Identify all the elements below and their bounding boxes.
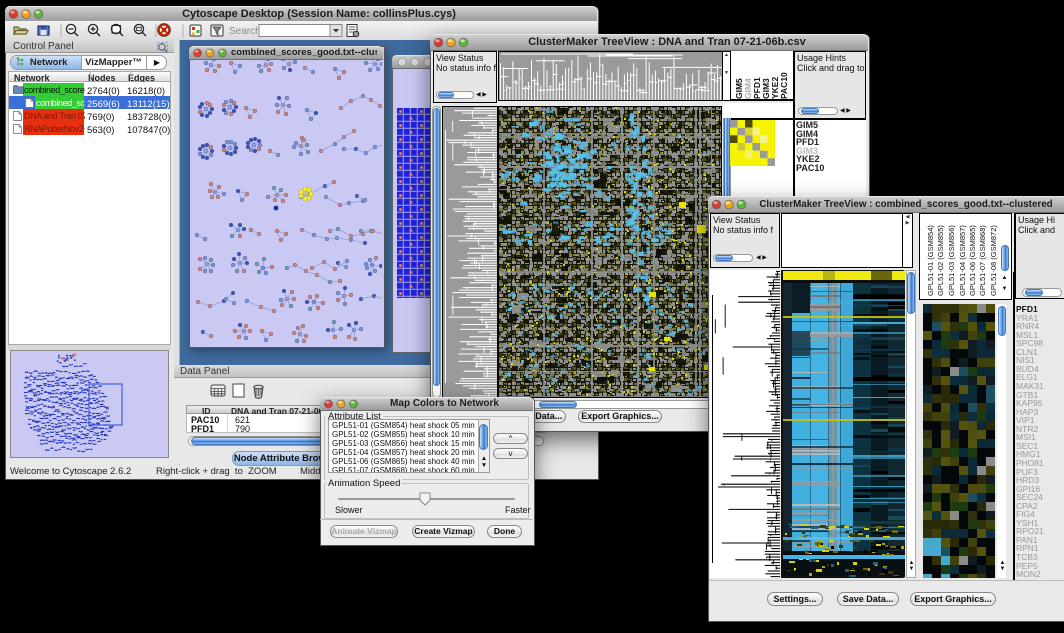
svg-text:Search:: Search: bbox=[229, 26, 263, 37]
